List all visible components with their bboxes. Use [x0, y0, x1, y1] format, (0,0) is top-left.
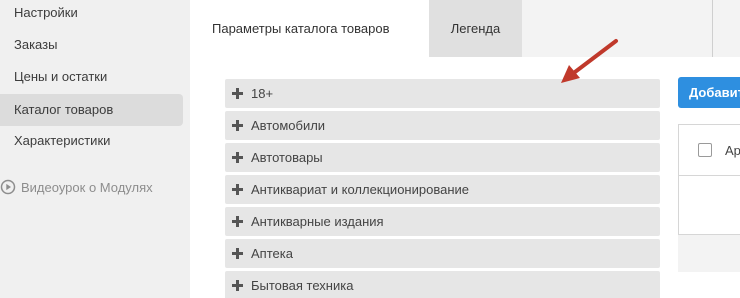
sidebar-item-settings[interactable]: Настройки	[0, 0, 183, 29]
category-row[interactable]: Бытовая техника	[225, 271, 660, 298]
sidebar-item-characteristics[interactable]: Характеристики	[0, 125, 183, 157]
video-tutorial-link[interactable]: Видеоурок о Модулях	[0, 176, 153, 198]
category-label: Антикварные издания	[251, 214, 384, 229]
products-table: Ар	[678, 124, 740, 235]
plus-icon[interactable]	[232, 184, 243, 195]
plus-icon[interactable]	[232, 280, 243, 291]
tab-catalog-parameters[interactable]: Параметры каталога товаров	[190, 0, 429, 57]
plus-icon[interactable]	[232, 120, 243, 131]
plus-icon[interactable]	[232, 248, 243, 259]
category-label: Аптека	[251, 246, 293, 261]
category-label: Антиквариат и коллекционирование	[251, 182, 469, 197]
category-label: Автотовары	[251, 150, 323, 165]
plus-icon[interactable]	[232, 88, 243, 99]
tab-legend[interactable]: Легенда	[429, 0, 522, 57]
category-row[interactable]: Антиквариат и коллекционирование	[225, 175, 660, 204]
sidebar-item-prices-stock[interactable]: Цены и остатки	[0, 61, 183, 93]
table-footer	[678, 235, 740, 272]
category-row[interactable]: Антикварные издания	[225, 207, 660, 236]
table-column-header[interactable]: Ар	[725, 143, 740, 158]
sidebar: Настройки Заказы Цены и остатки Каталог …	[0, 0, 190, 298]
table-header-row: Ар	[679, 125, 740, 176]
video-tutorial-label: Видеоурок о Модулях	[21, 179, 153, 195]
category-row[interactable]: Автомобили	[225, 111, 660, 140]
sidebar-item-product-catalog[interactable]: Каталог товаров	[0, 94, 183, 126]
category-label: Бытовая техника	[251, 278, 354, 293]
category-row[interactable]: Автотовары	[225, 143, 660, 172]
plus-icon[interactable]	[232, 216, 243, 227]
add-button[interactable]: Добавит	[678, 77, 740, 108]
tab-bar-divider	[712, 0, 713, 57]
sidebar-item-orders[interactable]: Заказы	[0, 29, 183, 61]
category-label: Автомобили	[251, 118, 326, 133]
category-row[interactable]: Аптека	[225, 239, 660, 268]
category-label: 18+	[251, 86, 274, 101]
play-circle-icon	[0, 179, 16, 195]
red-arrow-icon	[561, 39, 618, 83]
tab-bar: Параметры каталога товаров Легенда	[190, 0, 740, 57]
select-all-checkbox[interactable]	[698, 143, 712, 157]
plus-icon[interactable]	[232, 152, 243, 163]
